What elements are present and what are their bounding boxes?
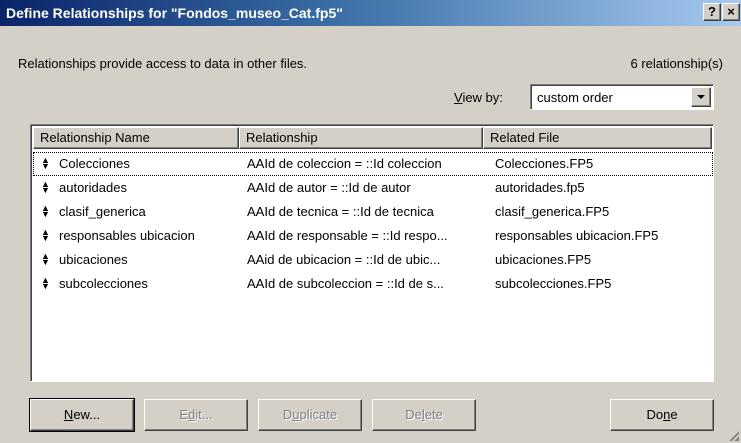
move-handle-icon[interactable]: ▲ ▼ xyxy=(41,276,50,291)
help-icon[interactable]: ? xyxy=(703,3,721,21)
related-file: Colecciones.FP5 xyxy=(495,156,594,171)
relationship-count: 6 relationship(s) xyxy=(630,56,724,71)
related-file: autoridades.fp5 xyxy=(495,180,585,195)
done-button[interactable]: Done xyxy=(610,399,714,431)
edit-button[interactable]: Edit... xyxy=(144,399,248,431)
relationship-definition: AAId de subcoleccion = ::Id de s... xyxy=(247,276,444,291)
relationship-definition: AAid de ubicacion = ::Id de ubic... xyxy=(247,252,441,267)
relationship-name: autoridades xyxy=(59,180,127,195)
relationship-name: subcolecciones xyxy=(59,276,148,291)
column-header-name[interactable]: Relationship Name xyxy=(33,127,239,149)
relationship-definition: AAId de autor = ::Id de autor xyxy=(247,180,411,195)
move-handle-icon[interactable]: ▲ ▼ xyxy=(41,228,50,243)
duplicate-button[interactable]: Duplicate xyxy=(258,399,362,431)
move-handle-icon[interactable]: ▲ ▼ xyxy=(41,156,50,171)
chevron-down-icon xyxy=(697,95,705,99)
related-file: subcolecciones.FP5 xyxy=(495,276,612,291)
relationship-name: ubicaciones xyxy=(59,252,128,267)
relationship-name: clasif_generica xyxy=(59,204,146,219)
delete-button[interactable]: Delete xyxy=(372,399,476,431)
move-handle-icon[interactable]: ▲ ▼ xyxy=(41,252,50,267)
title-bar[interactable]: Define Relationships for "Fondos_museo_C… xyxy=(0,0,741,26)
relationships-list[interactable]: Relationship Name Relationship Related F… xyxy=(30,124,714,382)
view-by-value: custom order xyxy=(537,90,613,105)
define-relationships-dialog: Define Relationships for "Fondos_museo_C… xyxy=(0,0,741,443)
close-icon[interactable]: × xyxy=(722,3,740,21)
list-item[interactable]: ▲ ▼ clasif_generica AAId de tecnica = ::I… xyxy=(33,200,713,224)
list-item[interactable]: ▲ ▼ Colecciones AAId de coleccion = ::Id … xyxy=(33,152,713,176)
column-header-relationship[interactable]: Relationship xyxy=(239,127,483,149)
related-file: ubicaciones.FP5 xyxy=(495,252,592,267)
relationship-name: Colecciones xyxy=(59,156,130,171)
list-item[interactable]: ▲ ▼ ubicaciones AAid de ubicacion = ::Id … xyxy=(33,248,713,272)
list-item[interactable]: ▲ ▼ responsables ubicacion AAId de respon… xyxy=(33,224,713,248)
dropdown-button[interactable] xyxy=(691,87,711,107)
description-text: Relationships provide access to data in … xyxy=(18,56,308,71)
column-header-related-file[interactable]: Related File xyxy=(483,127,712,149)
relationship-definition: AAId de responsable = ::Id respo... xyxy=(247,228,448,243)
list-item[interactable]: ▲ ▼ subcolecciones AAId de subcoleccion =… xyxy=(33,272,713,296)
move-handle-icon[interactable]: ▲ ▼ xyxy=(41,180,50,195)
relationship-definition: AAId de coleccion = ::Id coleccion xyxy=(247,156,442,171)
move-handle-icon[interactable]: ▲ ▼ xyxy=(41,204,50,219)
new-button[interactable]: New... xyxy=(29,398,135,432)
window-title: Define Relationships for "Fondos_museo_C… xyxy=(6,5,343,21)
related-file: clasif_generica.FP5 xyxy=(495,204,610,219)
view-by-label: View by: xyxy=(454,90,503,105)
relationship-name: responsables ubicacion xyxy=(59,228,195,243)
related-file: responsables ubicacion.FP5 xyxy=(495,228,659,243)
view-by-select[interactable]: custom order xyxy=(530,84,714,110)
resize-grip-icon[interactable] xyxy=(727,429,739,441)
relationship-definition: AAId de tecnica = ::Id de tecnica xyxy=(247,204,434,219)
list-item[interactable]: ▲ ▼ autoridades AAId de autor = ::Id de a… xyxy=(33,176,713,200)
